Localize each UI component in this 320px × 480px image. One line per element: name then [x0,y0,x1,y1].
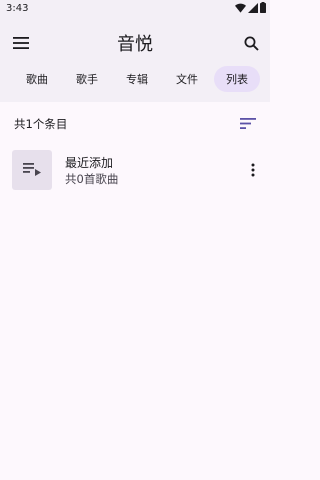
sort-button[interactable] [240,114,260,132]
status-icons [235,2,266,13]
search-button[interactable] [238,30,264,56]
item-count: 共1个条目 [14,117,68,131]
tab-label: 文件 [176,73,198,86]
signal-icon [248,2,258,13]
tab-artists[interactable]: 歌手 [64,66,110,92]
battery-icon [260,2,266,13]
tab-albums[interactable]: 专辑 [114,66,160,92]
playlist-item[interactable]: 最近添加 共0首歌曲 [0,146,270,194]
playlist-play-icon [23,163,41,176]
playlist-subtitle: 共0首歌曲 [65,172,119,186]
tab-label: 歌曲 [26,73,48,86]
tab-bar: 歌曲 歌手 专辑 文件 列表 [14,66,260,94]
status-time: 3:43 [6,3,29,14]
wifi-icon [235,3,246,13]
tab-label: 歌手 [76,73,98,86]
search-icon [244,36,259,51]
tab-playlists[interactable]: 列表 [214,66,260,92]
more-button[interactable] [246,160,260,180]
tab-songs[interactable]: 歌曲 [14,66,60,92]
more-vert-icon [251,163,255,177]
tab-label: 列表 [226,73,248,86]
tab-files[interactable]: 文件 [164,66,210,92]
playlist-thumbnail [12,150,52,190]
sort-icon [240,118,256,129]
app-bar: 音悦 [0,24,270,62]
list-header: 共1个条目 [0,110,270,136]
playlist-title: 最近添加 [65,156,114,170]
app-title: 音悦 [117,34,153,55]
tab-label: 专辑 [126,73,148,86]
status-bar: 3:43 [0,0,270,18]
